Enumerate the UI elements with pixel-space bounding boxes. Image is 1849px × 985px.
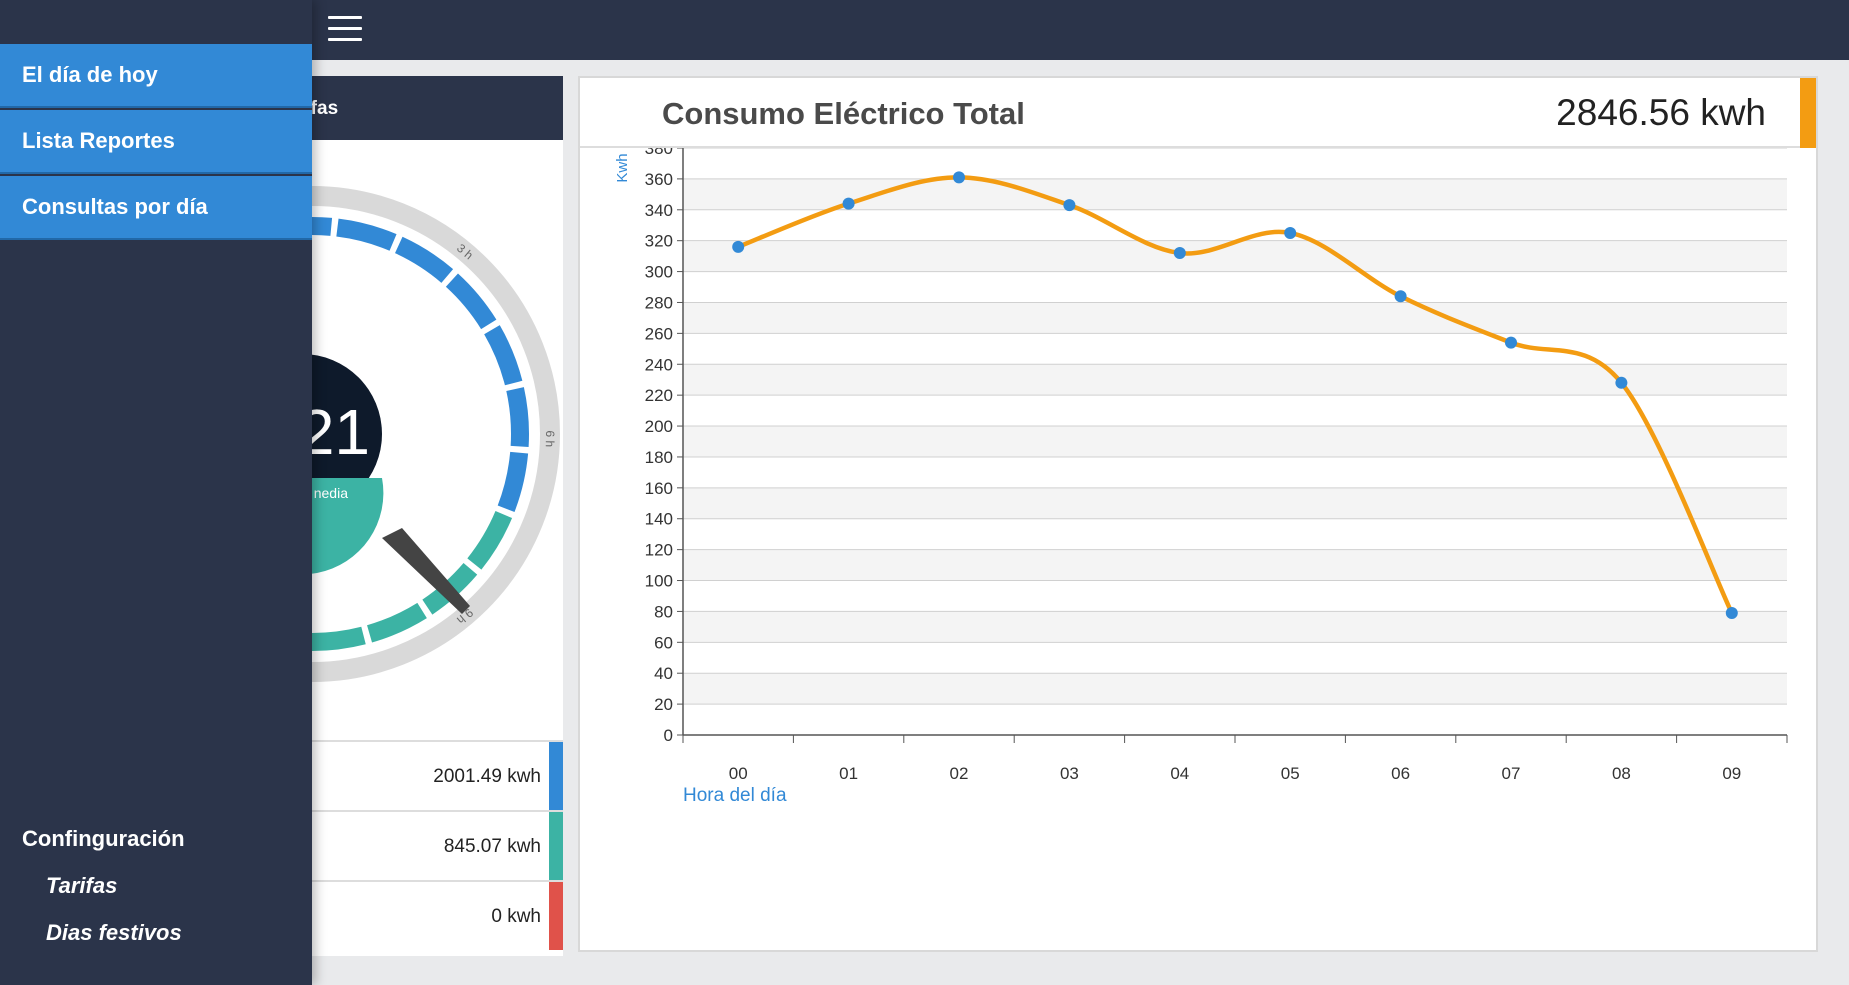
grid-band: [683, 302, 1787, 334]
total-consumption: 2846.56 kwh: [1556, 92, 1766, 133]
data-point: [1173, 247, 1186, 260]
gauge-segment: [366, 602, 427, 643]
y-tick-label: 200: [645, 417, 673, 436]
x-tick-label: 06: [1391, 764, 1410, 783]
y-tick-label: 320: [645, 232, 673, 251]
nav-item-today[interactable]: El día de hoy: [0, 44, 312, 108]
y-tick-label: 80: [654, 602, 673, 621]
data-point: [1284, 226, 1297, 239]
gauge-segment: [467, 510, 513, 570]
x-tick-label: 05: [1281, 764, 1300, 783]
gauge-segment: [306, 626, 366, 651]
data-point: [1615, 376, 1628, 389]
tariff-row-color: [549, 742, 563, 810]
y-tick-label: 120: [645, 541, 673, 560]
nav-item-label: Consultas por día: [22, 194, 208, 219]
y-tick-label: 20: [654, 695, 673, 714]
y-tick-label: 160: [645, 479, 673, 498]
y-tick-label: 280: [645, 293, 673, 312]
x-tick-label: 07: [1502, 764, 1521, 783]
gauge-segment: [394, 236, 454, 283]
y-tick-label: 100: [645, 572, 673, 591]
consumption-chart-card: Consumo Eléctrico Total 2846.56 kwh 0 20 4…: [578, 76, 1818, 952]
grid-band: [683, 611, 1787, 643]
y-tick-label: 220: [645, 386, 673, 405]
x-tick-label: 00: [729, 764, 748, 783]
grid-band: [683, 240, 1787, 272]
x-tick-label: 08: [1612, 764, 1631, 783]
tariff-row-value: 845.07 kwh: [443, 836, 541, 857]
gauge-tick-label: 6 h: [543, 430, 557, 447]
grid-band: [683, 487, 1787, 519]
gauge-segment: [336, 218, 397, 251]
data-point: [1505, 336, 1517, 349]
data-point: [1725, 606, 1738, 619]
y-tick-label: 260: [645, 324, 673, 343]
y-tick-label: 360: [645, 170, 673, 189]
nav-item-label: Lista Reportes: [22, 128, 175, 153]
config-item-holidays[interactable]: Dias festivos: [46, 920, 182, 946]
y-tick-label: 180: [645, 448, 673, 467]
data-point: [953, 171, 965, 184]
nav-item-label: El día de hoy: [22, 62, 158, 87]
chart-title: Consumo Eléctrico Total: [662, 96, 1025, 131]
config-item-tarifas[interactable]: Tarifas: [46, 873, 117, 899]
y-tick-label: 0: [664, 726, 673, 745]
gauge-segment: [484, 325, 523, 386]
tariff-row-color: [549, 882, 563, 950]
y-axis-label: Kwh: [614, 153, 631, 182]
x-axis-label: Hora del día: [683, 785, 787, 806]
chart-card-header: Consumo Eléctrico Total 2846.56 kwh: [580, 78, 1816, 148]
data-point: [1394, 290, 1407, 303]
gauge-segment: [506, 387, 529, 448]
menu-icon[interactable]: [328, 16, 362, 44]
tariff-row-value: 0 kwh: [491, 906, 541, 927]
grid-band: [683, 673, 1787, 705]
gauge-caption: nedia: [314, 485, 348, 501]
data-point: [842, 197, 855, 210]
accent-bar: [1800, 78, 1816, 148]
y-tick-label: 380: [645, 148, 673, 158]
data-point: [732, 240, 745, 253]
x-tick-label: 04: [1170, 764, 1189, 783]
y-tick-label: 340: [645, 201, 673, 220]
nav-item-daily-queries[interactable]: Consultas por día: [0, 176, 312, 240]
side-drawer: El día de hoy Lista Reportes Consultas p…: [0, 0, 312, 985]
config-section-title: Confinguración: [22, 826, 185, 851]
tariff-row-color: [549, 812, 563, 880]
nav-item-reports[interactable]: Lista Reportes: [0, 110, 312, 174]
grid-band: [683, 549, 1787, 581]
tariff-row-value: 2001.49 kwh: [433, 766, 541, 787]
app-window: rifas 3 h6 h9 h 21 nedia 2001.49 kwh 845.0…: [0, 0, 1849, 985]
x-tick-label: 03: [1060, 764, 1079, 783]
x-tick-label: 09: [1722, 764, 1741, 783]
consumption-line-chart: 0204060801001201401601802002202402602803…: [614, 148, 1788, 806]
gauge-segment: [445, 273, 497, 330]
x-tick-label: 02: [950, 764, 969, 783]
y-tick-label: 300: [645, 263, 673, 282]
y-tick-label: 140: [645, 510, 673, 529]
x-tick-label: 01: [839, 764, 858, 783]
gauge-segment: [497, 451, 529, 512]
y-tick-label: 240: [645, 355, 673, 374]
grid-band: [683, 426, 1787, 457]
y-tick-label: 60: [654, 633, 673, 652]
data-point: [1063, 199, 1076, 212]
y-tick-label: 40: [654, 664, 673, 683]
